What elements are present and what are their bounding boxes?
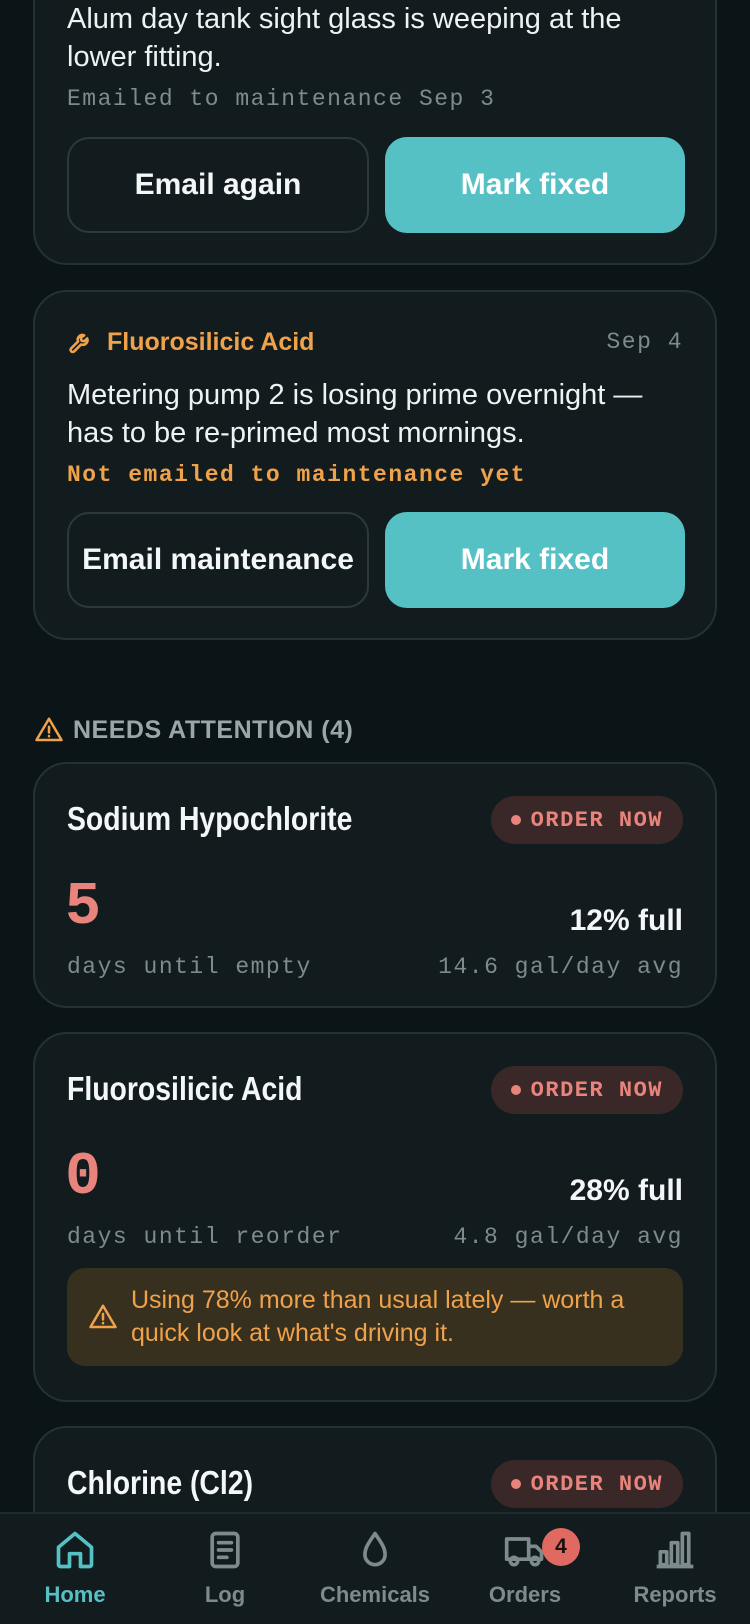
fill-level: 12% full — [569, 904, 683, 937]
nav-label: Reports — [633, 1582, 717, 1607]
nav-label: Chemicals — [319, 1582, 431, 1607]
warning-icon — [33, 715, 65, 745]
order-now-badge[interactable]: ORDER NOW — [490, 1460, 683, 1508]
issue-date: Sep 4 — [606, 329, 683, 355]
usage-rate: 14.6 gal/day avg — [438, 954, 683, 980]
nav-orders[interactable]: 4 Orders — [450, 1514, 600, 1624]
usage-alert: Using 78% more than usual lately — worth… — [67, 1268, 683, 1366]
nav-chemicals[interactable]: Chemicals — [300, 1514, 450, 1624]
needs-attention-header: NEEDS ATTENTION (4) — [33, 710, 353, 750]
status-dot — [510, 1479, 521, 1489]
mark-fixed-button[interactable]: Mark fixed — [385, 137, 685, 233]
issue-email-status: Not emailed to maintenance yet — [67, 462, 527, 488]
nav-label: Orders — [488, 1582, 562, 1607]
issue-chemical-name: Fluorosilicic Acid — [107, 327, 315, 356]
issue-description: Alum day tank sight glass is weeping at … — [67, 3, 622, 73]
bar-chart-icon — [653, 1528, 697, 1572]
chemical-name: Chlorine (Cl2) — [67, 1464, 254, 1501]
issue-header: Fluorosilicic Acid Sep 4 — [67, 326, 683, 358]
email-again-button[interactable]: Email again — [67, 137, 369, 233]
fill-level: 28% full — [569, 1174, 683, 1207]
days-count: 5 — [65, 874, 102, 942]
alert-text: Using 78% more than usual lately — worth… — [131, 1286, 625, 1347]
nav-home[interactable]: Home — [0, 1514, 150, 1624]
home-icon — [53, 1528, 97, 1572]
app-screen: Alum day tank sight glass is weeping at … — [0, 0, 750, 1624]
section-title: NEEDS ATTENTION (4) — [73, 715, 354, 744]
order-now-badge[interactable]: ORDER NOW — [490, 1066, 683, 1114]
wrench-icon — [67, 328, 95, 356]
days-label: days until reorder — [67, 1224, 343, 1250]
log-icon — [203, 1528, 247, 1572]
issue-card-alum: Alum day tank sight glass is weeping at … — [33, 0, 717, 265]
truck-icon — [503, 1528, 547, 1572]
issue-email-status: Emailed to maintenance Sep 3 — [67, 86, 496, 112]
days-count: 0 — [65, 1144, 102, 1212]
issue-card-fluorosilicic: Fluorosilicic Acid Sep 4 Metering pump 2… — [33, 290, 717, 640]
warning-icon — [87, 1302, 119, 1332]
issue-description: Metering pump 2 is losing prime overnigh… — [67, 379, 643, 449]
nav-label: Home — [44, 1582, 106, 1607]
status-dot — [510, 1085, 521, 1095]
usage-rate: 4.8 gal/day avg — [453, 1224, 683, 1250]
badge-label: ORDER NOW — [530, 1077, 663, 1103]
chemical-name: Fluorosilicic Acid — [67, 1070, 303, 1107]
droplet-icon — [353, 1528, 397, 1572]
chemical-card-fluorosilicic-acid[interactable]: Fluorosilicic Acid ORDER NOW 0 days unti… — [33, 1032, 717, 1402]
email-maintenance-button[interactable]: Email maintenance — [67, 512, 369, 608]
bottom-nav: Home Log Chemicals 4 Orders Reports — [0, 1512, 750, 1624]
nav-log[interactable]: Log — [150, 1514, 300, 1624]
status-dot — [510, 815, 521, 825]
nav-label: Log — [204, 1582, 246, 1607]
orders-count-badge: 4 — [542, 1528, 580, 1566]
badge-label: ORDER NOW — [530, 807, 663, 833]
chemical-card-sodium-hypochlorite[interactable]: Sodium Hypochlorite ORDER NOW 5 days unt… — [33, 762, 717, 1008]
order-now-badge[interactable]: ORDER NOW — [490, 796, 683, 844]
badge-label: ORDER NOW — [530, 1471, 663, 1497]
mark-fixed-button[interactable]: Mark fixed — [385, 512, 685, 608]
days-label: days until empty — [67, 954, 312, 980]
chemical-name: Sodium Hypochlorite — [67, 800, 353, 837]
nav-reports[interactable]: Reports — [600, 1514, 750, 1624]
